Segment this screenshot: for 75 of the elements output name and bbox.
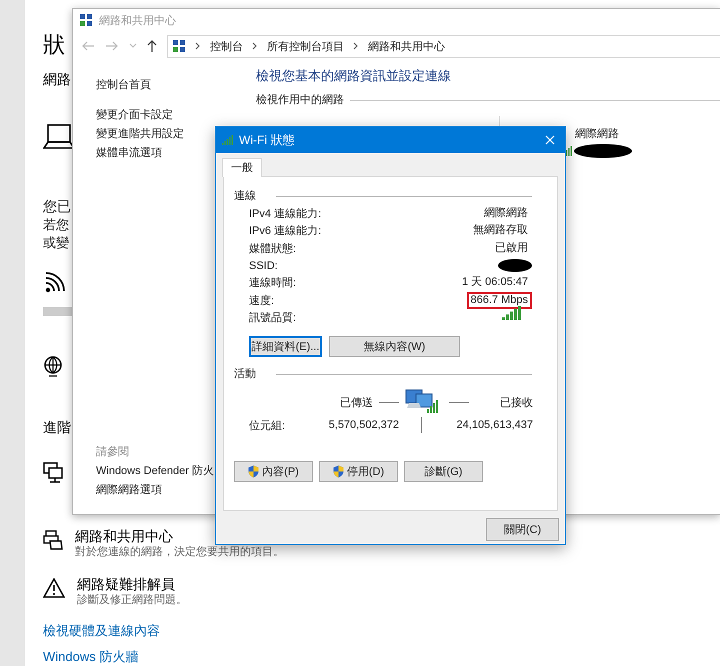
control-panel-icon <box>79 13 93 27</box>
chevron-icon <box>252 42 258 50</box>
see-also-heading: 請參閱 <box>96 445 129 460</box>
sidebar-link[interactable]: 變更介面卡設定 <box>96 106 173 125</box>
section-label: 檢視作用中的網路 <box>256 93 344 108</box>
monitor-icon <box>43 462 63 484</box>
status-heading: 您已 <box>43 197 71 216</box>
page-title: 狀 <box>43 31 65 59</box>
item-description: 診斷及修正網路問題。 <box>77 593 187 608</box>
back-icon[interactable] <box>81 40 95 52</box>
dialog-title: Wi-Fi 狀態 <box>239 132 294 148</box>
close-dialog-button[interactable]: 關閉(C) <box>486 518 559 541</box>
field-label: 速度: <box>249 294 274 308</box>
dialog-button[interactable]: 停用(D) <box>319 461 398 482</box>
item-description: 對於您連線的網路，決定您要共用的項目。 <box>75 545 284 560</box>
sent-label: 已傳送 <box>340 396 373 410</box>
properties-button[interactable] <box>43 307 73 316</box>
settings-link[interactable]: 檢視硬體及連線內容 <box>43 622 160 640</box>
field-value: 866.7 Mbps <box>466 292 532 309</box>
field-value: 1 天 06:05:47 <box>460 275 529 290</box>
dialog-button[interactable]: 無線內容(W) <box>329 336 460 358</box>
settings-link[interactable]: Windows 防火牆 <box>43 648 138 666</box>
sidebar-link[interactable]: 網際網路選項 <box>96 481 162 500</box>
access-type: 網際網路 <box>575 127 619 141</box>
redaction-mark <box>498 259 532 272</box>
item-title[interactable]: 網路疑難排解員 <box>77 575 175 593</box>
dropdown-icon[interactable] <box>129 43 137 49</box>
bytes-received: 24,105,613,437 <box>456 419 533 432</box>
status-text: 若您 <box>43 216 69 234</box>
status-text: 或變 <box>43 234 69 252</box>
bytes-sent: 5,570,502,372 <box>328 419 399 432</box>
field-label: IPv4 連線能力: <box>249 207 322 222</box>
dialog-button[interactable]: 詳細資料(E)... <box>249 336 322 358</box>
breadcrumb-item[interactable]: 所有控制台項目 <box>267 38 344 54</box>
forward-icon[interactable] <box>105 40 119 52</box>
tab[interactable]: 一般 <box>222 158 262 177</box>
section-heading: 進階 <box>43 418 71 437</box>
signal-strength-icon <box>502 306 522 320</box>
laptop-icon <box>43 123 75 151</box>
field-label: 連線時間: <box>249 276 296 290</box>
item-title[interactable]: 網路和共用中心 <box>75 527 173 545</box>
redaction-mark <box>574 144 632 158</box>
window-title: 網路和共用中心 <box>99 14 176 28</box>
breadcrumb-item[interactable]: 網路和共用中心 <box>368 38 445 54</box>
breadcrumb-item[interactable]: 控制台 <box>210 38 243 54</box>
warning-icon <box>43 578 65 598</box>
control-panel-icon <box>172 39 186 53</box>
field-value: 已啟用 <box>494 240 529 256</box>
up-icon[interactable] <box>147 40 157 52</box>
field-label: 媒體狀態: <box>249 242 296 256</box>
sidebar-link[interactable]: 控制台首頁 <box>96 76 151 95</box>
page-heading: 檢視您基本的網路資訊並設定連線 <box>256 67 452 85</box>
field-label: SSID: <box>249 260 278 272</box>
chevron-icon <box>353 42 359 50</box>
field-label: 訊號品質: <box>249 310 296 325</box>
sidebar-link[interactable]: 媒體串流選項 <box>96 144 162 163</box>
wifi-icon <box>43 270 67 294</box>
globe-icon <box>43 356 63 378</box>
field-value: 網際網路 <box>483 206 529 222</box>
group-label: 連線 <box>234 189 256 204</box>
section-heading: 網路 <box>43 70 71 89</box>
chevron-icon <box>195 42 201 50</box>
sidebar-link[interactable]: 變更進階共用設定 <box>96 125 184 144</box>
printer-folder-icon <box>43 530 63 550</box>
sidebar-link[interactable]: Windows Defender 防火 <box>96 462 214 481</box>
signal-icon <box>222 135 234 145</box>
dialog-button[interactable]: 診斷(G) <box>404 461 483 482</box>
group-label: 活動 <box>234 367 256 382</box>
bytes-label: 位元組: <box>249 418 286 433</box>
close-icon <box>545 135 555 145</box>
address-bar[interactable]: 控制台 所有控制台項目 網路和共用中心 <box>167 34 720 58</box>
received-label: 已接收 <box>500 396 533 410</box>
dialog-button[interactable]: 內容(P) <box>234 461 313 482</box>
field-value: 無網路存取 <box>472 223 529 238</box>
field-label: IPv6 連線能力: <box>249 224 322 238</box>
